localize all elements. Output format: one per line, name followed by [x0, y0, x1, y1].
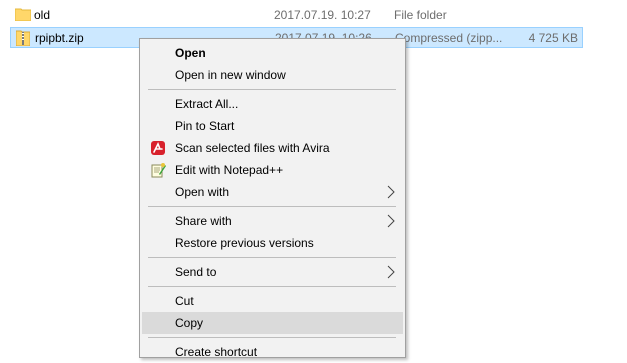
chevron-right-icon	[387, 265, 395, 279]
chevron-right-icon	[387, 185, 395, 199]
menu-item-label: Open	[175, 46, 206, 60]
menu-item-label: Open in new window	[175, 68, 286, 82]
menu-item-extract-all[interactable]: Extract All...	[142, 93, 403, 115]
menu-item-open-with[interactable]: Open with	[142, 181, 403, 203]
menu-item-label: Extract All...	[175, 97, 239, 111]
menu-item-label: Pin to Start	[175, 119, 235, 133]
file-row-old[interactable]: old 2017.07.19. 10:27 File folder	[10, 5, 583, 26]
menu-item-label: Share with	[175, 214, 232, 228]
menu-separator	[148, 286, 396, 287]
menu-separator	[148, 206, 396, 207]
file-size: 4 725 KB	[528, 31, 578, 45]
menu-item-scan-avira[interactable]: Scan selected files with Avira	[142, 137, 403, 159]
menu-item-send-to[interactable]: Send to	[142, 261, 403, 283]
menu-item-label: Cut	[175, 294, 194, 308]
file-name: rpipbt.zip	[35, 31, 84, 45]
menu-item-label: Scan selected files with Avira	[175, 141, 330, 155]
menu-item-edit-notepad[interactable]: Edit with Notepad++	[142, 159, 403, 181]
avira-icon	[150, 140, 166, 156]
menu-item-label: Create shortcut	[175, 345, 258, 359]
menu-item-create-shortcut[interactable]: Create shortcut	[142, 341, 403, 363]
file-name: old	[34, 8, 51, 22]
menu-item-share-with[interactable]: Share with	[142, 210, 403, 232]
menu-item-open[interactable]: Open	[142, 42, 403, 64]
menu-item-label: Copy	[175, 316, 204, 330]
chevron-right-icon	[387, 214, 395, 228]
menu-item-pin-to-start[interactable]: Pin to Start	[142, 115, 403, 137]
menu-separator	[148, 89, 396, 90]
file-type: Compressed (zipp...	[395, 31, 503, 45]
menu-item-cut[interactable]: Cut	[142, 290, 403, 312]
menu-item-label: Edit with Notepad++	[175, 163, 284, 177]
menu-item-label: Send to	[175, 265, 217, 279]
menu-separator	[148, 337, 396, 338]
notepad-plus-plus-icon	[150, 162, 166, 178]
menu-item-label: Open with	[175, 185, 230, 199]
menu-item-copy[interactable]: Copy	[142, 312, 403, 334]
menu-item-restore-versions[interactable]: Restore previous versions	[142, 232, 403, 254]
menu-item-label: Restore previous versions	[175, 236, 314, 250]
file-date: 2017.07.19. 10:27	[274, 8, 371, 22]
context-menu: Open Open in new window Extract All... P…	[139, 38, 406, 359]
zip-folder-icon	[15, 30, 31, 47]
folder-icon	[14, 7, 32, 23]
menu-item-open-new-window[interactable]: Open in new window	[142, 64, 403, 86]
menu-separator	[148, 257, 396, 258]
file-type: File folder	[394, 8, 447, 22]
